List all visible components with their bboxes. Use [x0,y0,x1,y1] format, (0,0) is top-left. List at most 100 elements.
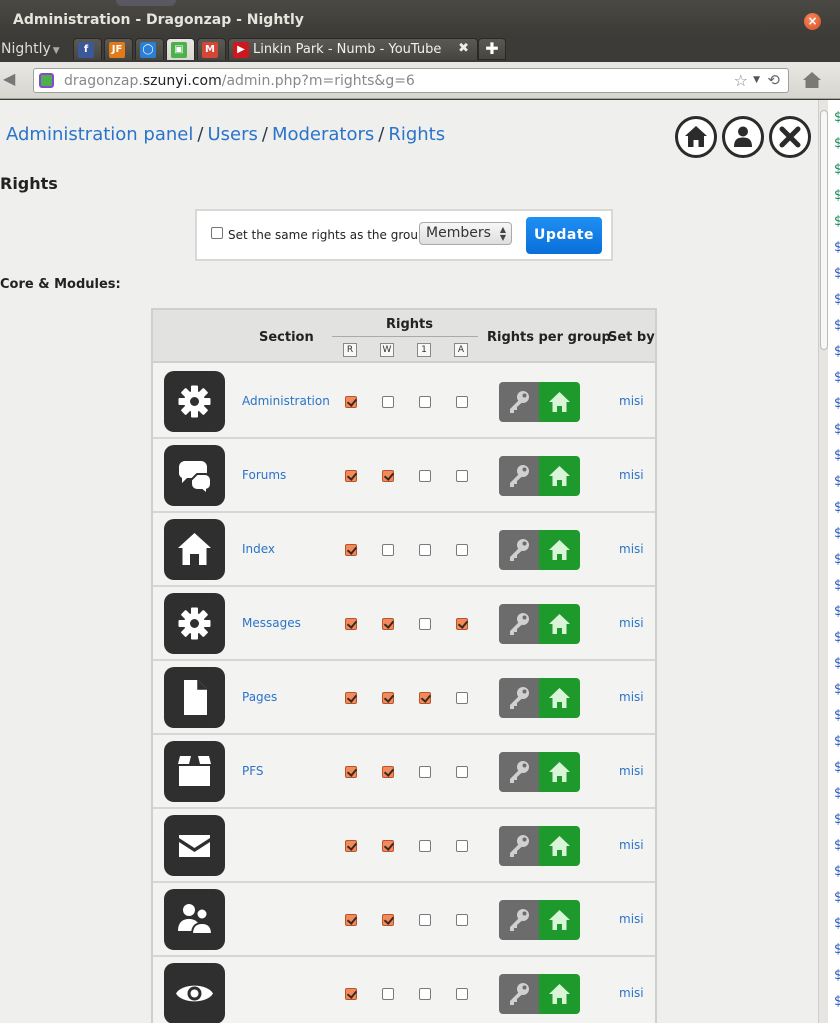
set-by-link[interactable]: misi [619,394,644,408]
set-by-link[interactable]: misi [619,838,644,852]
right-checkbox-w[interactable] [382,766,394,778]
right-checkbox-a[interactable] [456,470,468,482]
right-checkbox-a[interactable] [456,840,468,852]
right-checkbox-w[interactable] [382,544,394,556]
right-checkbox-1[interactable] [419,988,431,1000]
right-checkbox-a[interactable] [456,988,468,1000]
set-by-link[interactable]: misi [619,764,644,778]
section-link[interactable]: Forums [242,468,286,482]
right-checkbox-r[interactable] [345,914,357,926]
right-checkbox-w[interactable] [382,470,394,482]
rights-per-group-button[interactable] [499,530,580,570]
key-icon[interactable] [499,382,539,422]
group-home-icon[interactable] [539,382,580,422]
group-select[interactable]: Members ▲ ▼ [419,222,512,245]
set-by-link[interactable]: misi [619,986,644,1000]
right-checkbox-1[interactable] [419,618,431,630]
set-by-link[interactable]: misi [619,468,644,482]
right-checkbox-1[interactable] [419,840,431,852]
right-checkbox-a[interactable] [456,544,468,556]
url-bar[interactable]: dragonzap.szunyi.com/admin.php?m=rights&… [33,68,789,93]
group-home-icon[interactable] [539,752,580,792]
url-text[interactable]: dragonzap.szunyi.com/admin.php?m=rights&… [64,73,415,89]
rights-per-group-button[interactable] [499,826,580,866]
key-icon[interactable] [499,826,539,866]
right-checkbox-1[interactable] [419,692,431,704]
bookmark-star-icon[interactable]: ☆ [734,71,748,90]
set-by-link[interactable]: misi [619,542,644,556]
rights-per-group-button[interactable] [499,974,580,1014]
rights-per-group-button[interactable] [499,604,580,644]
right-checkbox-r[interactable] [345,840,357,852]
right-checkbox-r[interactable] [345,470,357,482]
breadcrumb-admin-panel[interactable]: Administration panel [6,124,193,145]
right-checkbox-1[interactable] [419,766,431,778]
rights-per-group-button[interactable] [499,752,580,792]
key-icon[interactable] [499,974,539,1014]
reload-icon[interactable]: ⟲ [767,71,780,89]
key-icon[interactable] [499,604,539,644]
right-checkbox-r[interactable] [345,396,357,408]
update-button[interactable]: Update [526,217,602,254]
right-checkbox-w[interactable] [382,692,394,704]
group-home-icon[interactable] [539,456,580,496]
url-history-dropdown-icon[interactable]: ▼ [753,75,760,85]
right-checkbox-a[interactable] [456,914,468,926]
section-link[interactable]: PFS [242,764,264,778]
page-scrollbar[interactable] [818,100,828,1023]
right-checkbox-1[interactable] [419,470,431,482]
right-checkbox-w[interactable] [382,988,394,1000]
rights-per-group-button[interactable] [499,382,580,422]
scrollbar-thumb[interactable] [820,110,828,350]
window-close-button[interactable]: × [804,13,821,30]
section-link[interactable]: Messages [242,616,301,630]
group-home-icon[interactable] [539,974,580,1014]
back-arrow-icon[interactable]: ◀ [3,71,21,87]
section-link[interactable]: Pages [242,690,277,704]
right-checkbox-1[interactable] [419,396,431,408]
breadcrumb-rights[interactable]: Rights [388,124,445,145]
browser-home-icon[interactable] [802,71,822,89]
same-rights-checkbox[interactable] [211,227,223,239]
tab-gmail[interactable]: M [197,38,226,60]
breadcrumb-users[interactable]: Users [207,124,257,145]
key-icon[interactable] [499,456,539,496]
key-icon[interactable] [499,752,539,792]
tab-facebook[interactable]: f [73,38,102,60]
tab-jf[interactable]: JF [104,38,133,60]
app-menu-button[interactable]: Nightly ▼ [1,41,60,57]
right-checkbox-r[interactable] [345,618,357,630]
rights-per-group-button[interactable] [499,678,580,718]
right-checkbox-a[interactable] [456,766,468,778]
right-checkbox-r[interactable] [345,692,357,704]
tab-close-icon[interactable]: ✖ [458,41,469,56]
group-home-icon[interactable] [539,604,580,644]
rights-per-group-button[interactable] [499,456,580,496]
group-home-icon[interactable] [539,826,580,866]
tab-dragonzap[interactable]: ▣ [166,38,195,60]
section-link[interactable]: Index [242,542,275,556]
right-checkbox-1[interactable] [419,914,431,926]
tab-ring[interactable]: ◯ [135,38,164,60]
section-link[interactable]: Administration [242,394,330,408]
breadcrumb-moderators[interactable]: Moderators [272,124,374,145]
user-button[interactable] [722,116,764,158]
close-button[interactable] [769,116,811,158]
new-tab-button[interactable]: ✚ [478,38,506,60]
key-icon[interactable] [499,900,539,940]
key-icon[interactable] [499,530,539,570]
right-checkbox-a[interactable] [456,396,468,408]
right-checkbox-1[interactable] [419,544,431,556]
set-by-link[interactable]: misi [619,912,644,926]
right-checkbox-w[interactable] [382,840,394,852]
tab-youtube[interactable]: ▶ Linkin Park - Numb - YouTube ✖ [228,38,478,60]
group-home-icon[interactable] [539,900,580,940]
right-checkbox-a[interactable] [456,692,468,704]
key-icon[interactable] [499,678,539,718]
right-checkbox-a[interactable] [456,618,468,630]
right-checkbox-r[interactable] [345,988,357,1000]
right-checkbox-w[interactable] [382,396,394,408]
set-by-link[interactable]: misi [619,690,644,704]
right-checkbox-w[interactable] [382,618,394,630]
group-home-icon[interactable] [539,530,580,570]
